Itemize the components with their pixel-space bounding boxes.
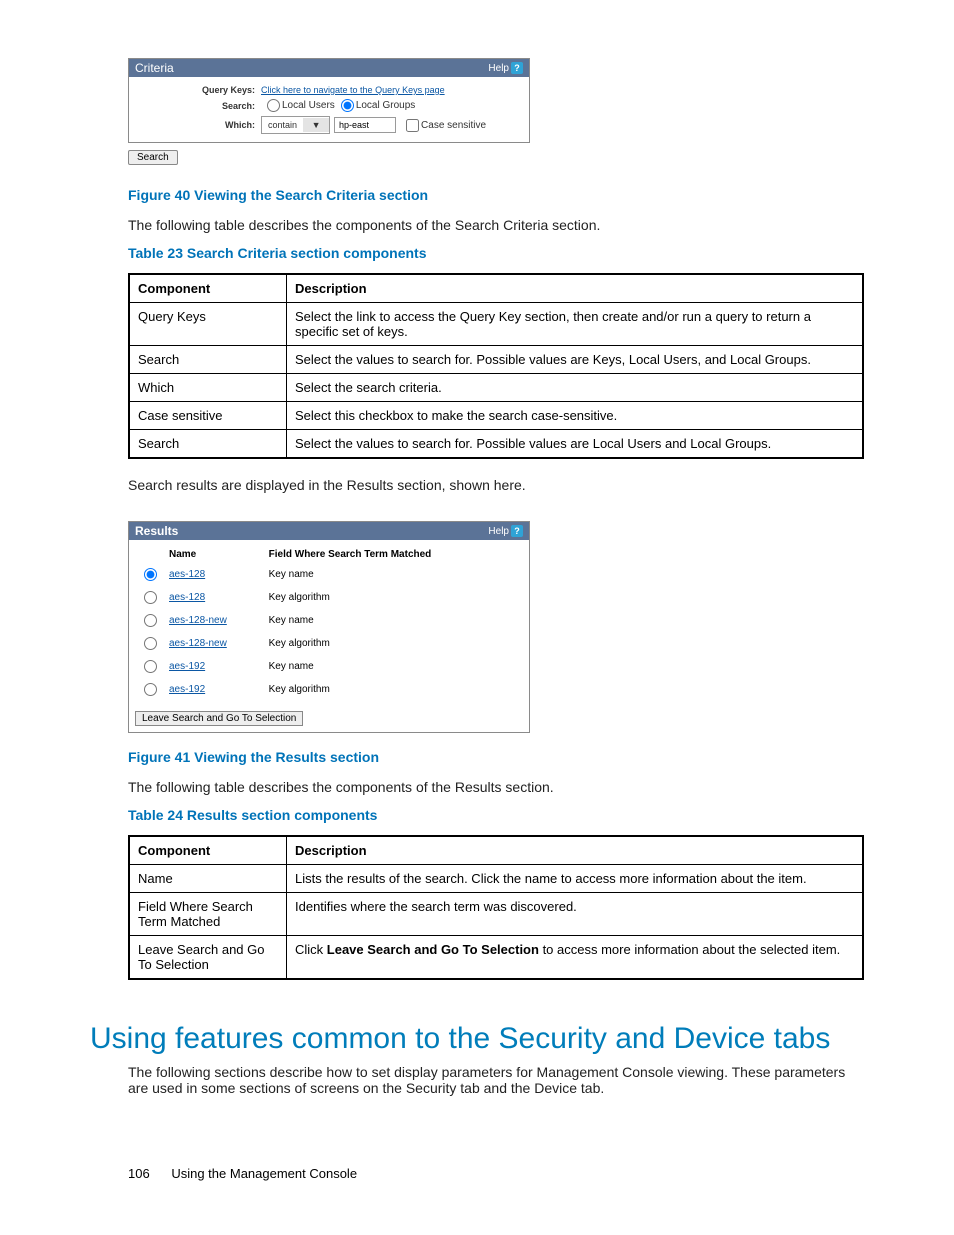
search-label: Search: — [135, 101, 261, 111]
which-label: Which: — [135, 120, 261, 130]
results-row: aes-128Key algorithm — [135, 586, 523, 609]
results-col-name: Name — [165, 546, 265, 563]
results-row: aes-128Key name — [135, 563, 523, 586]
results-col-field: Field Where Search Term Matched — [265, 546, 523, 563]
which-input[interactable] — [334, 117, 396, 133]
table-24: Component Description NameLists the resu… — [128, 835, 864, 980]
table-header: Description — [287, 274, 864, 303]
result-radio[interactable] — [144, 568, 157, 581]
figure-41-caption: Figure 41 Viewing the Results section — [128, 749, 864, 765]
help-link[interactable]: Help ? — [488, 525, 523, 537]
table-row: WhichSelect the search criteria. — [129, 374, 863, 402]
criteria-panel: Criteria Help ? Query Keys: Click here t… — [128, 58, 530, 143]
table-row: NameLists the results of the search. Cli… — [129, 865, 863, 893]
table-row: Case sensitiveSelect this checkbox to ma… — [129, 402, 863, 430]
results-title: Results — [135, 524, 178, 538]
table-row: Field Where Search Term MatchedIdentifie… — [129, 893, 863, 936]
result-link[interactable]: aes-128 — [169, 569, 205, 580]
case-sensitive-label: Case sensitive — [421, 120, 486, 131]
result-radio[interactable] — [144, 614, 157, 627]
table-row: Query KeysSelect the link to access the … — [129, 303, 863, 346]
table-header: Component — [129, 274, 287, 303]
result-link[interactable]: aes-128 — [169, 592, 205, 603]
page-footer: 106 Using the Management Console — [128, 1166, 357, 1181]
results-row: aes-192Key algorithm — [135, 678, 523, 701]
local-groups-label: Local Groups — [356, 100, 415, 111]
footer-text: Using the Management Console — [171, 1166, 357, 1181]
local-users-radio[interactable] — [267, 99, 280, 112]
para-1: The following table describes the compon… — [128, 217, 864, 233]
help-link[interactable]: Help ? — [488, 62, 523, 74]
table-header: Component — [129, 836, 287, 865]
query-keys-label: Query Keys: — [135, 85, 261, 95]
table-23: Component Description Query KeysSelect t… — [128, 273, 864, 459]
local-users-label: Local Users — [282, 100, 335, 111]
table-row: SearchSelect the values to search for. P… — [129, 346, 863, 374]
table-24-caption: Table 24 Results section components — [128, 807, 864, 823]
help-icon: ? — [511, 62, 523, 74]
leave-search-button[interactable]: Leave Search and Go To Selection — [135, 711, 303, 726]
search-button[interactable]: Search — [128, 150, 178, 165]
result-radio[interactable] — [144, 637, 157, 650]
help-icon: ? — [511, 525, 523, 537]
result-radio[interactable] — [144, 683, 157, 696]
query-keys-link[interactable]: Click here to navigate to the Query Keys… — [261, 85, 445, 95]
results-row: aes-192Key name — [135, 655, 523, 678]
results-table: Name Field Where Search Term Matched aes… — [135, 546, 523, 701]
result-radio[interactable] — [144, 591, 157, 604]
results-panel: Results Help ? Name Field Where Search T… — [128, 521, 530, 733]
para-4: The following sections describe how to s… — [128, 1064, 864, 1096]
case-sensitive-checkbox[interactable] — [406, 119, 419, 132]
which-select[interactable]: contain ▼ — [261, 116, 330, 134]
para-2: Search results are displayed in the Resu… — [128, 477, 864, 493]
page-number: 106 — [128, 1166, 150, 1181]
table-23-caption: Table 23 Search Criteria section compone… — [128, 245, 864, 261]
results-row: aes-128-newKey algorithm — [135, 632, 523, 655]
criteria-header: Criteria Help ? — [129, 59, 529, 77]
local-groups-radio[interactable] — [341, 99, 354, 112]
result-link[interactable]: aes-128-new — [169, 638, 227, 649]
chevron-down-icon: ▼ — [303, 118, 329, 132]
table-row: SearchSelect the values to search for. P… — [129, 430, 863, 459]
section-heading: Using features common to the Security an… — [90, 1022, 864, 1056]
result-radio[interactable] — [144, 660, 157, 673]
result-link[interactable]: aes-192 — [169, 684, 205, 695]
table-row: Leave Search and Go To Selection Click L… — [129, 936, 863, 980]
result-link[interactable]: aes-192 — [169, 661, 205, 672]
result-link[interactable]: aes-128-new — [169, 615, 227, 626]
results-row: aes-128-newKey name — [135, 609, 523, 632]
figure-40-caption: Figure 40 Viewing the Search Criteria se… — [128, 187, 864, 203]
criteria-title: Criteria — [135, 61, 174, 75]
results-header: Results Help ? — [129, 522, 529, 540]
para-3: The following table describes the compon… — [128, 779, 864, 795]
table-header: Description — [287, 836, 864, 865]
